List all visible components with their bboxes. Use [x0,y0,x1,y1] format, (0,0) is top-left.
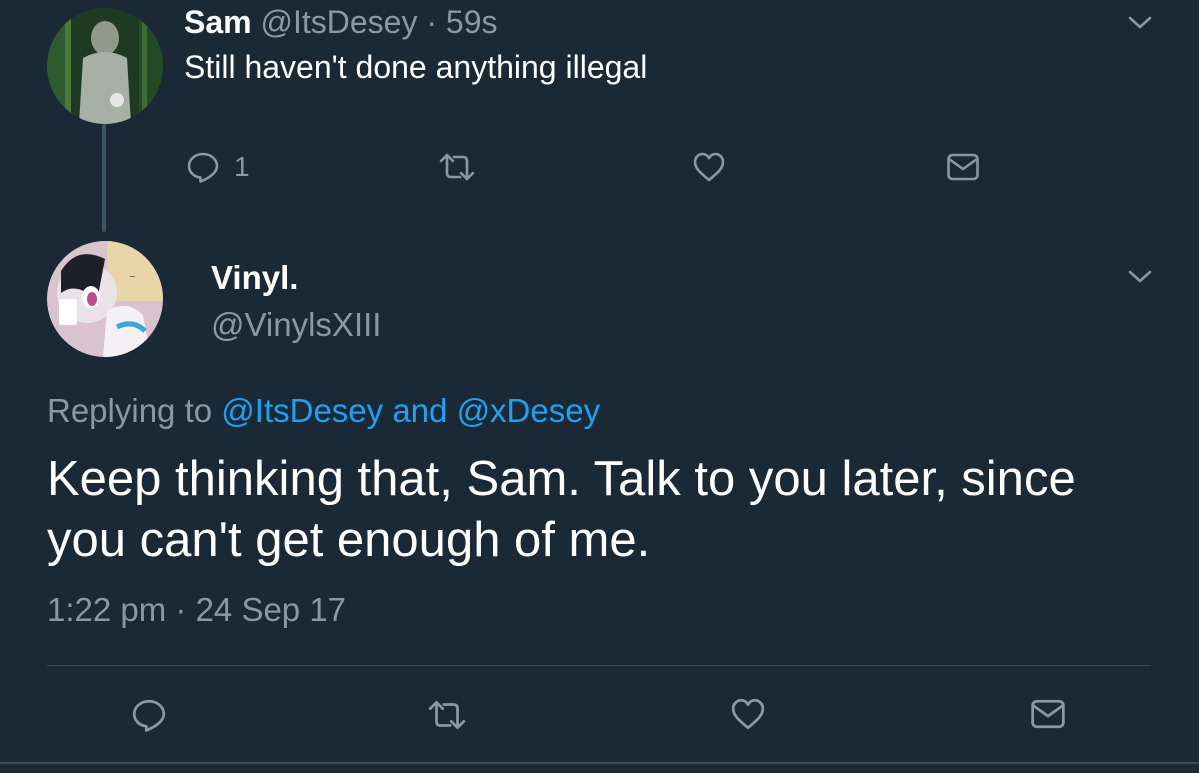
like-button[interactable] [692,151,726,183]
tweet-text: Still haven't done anything illegal [184,49,648,85]
retweet-icon [439,153,475,181]
reply-icon [132,699,166,732]
like-icon [731,698,765,730]
avatar-scribble: ~ [129,272,136,281]
retweet-button[interactable] [438,151,476,183]
avatar-image-sam [47,8,163,124]
reply-button[interactable]: 1 [186,150,250,184]
dm-button[interactable] [946,152,980,182]
author-name[interactable]: Sam [184,4,252,40]
avatar[interactable]: ~ [47,241,163,357]
like-icon [693,152,725,182]
chevron-down-icon[interactable] [1127,14,1153,32]
dm-icon [947,153,979,181]
author-handle[interactable]: @ItsDesey [260,4,417,40]
divider [47,665,1151,666]
replying-joiner[interactable]: and [392,392,447,429]
dm-button[interactable] [1030,698,1066,730]
bottom-divider [0,762,1199,764]
dm-icon [1031,699,1065,729]
replying-to-label: Replying to [47,392,213,429]
tweet-timestamp: 1:22 pm · 24 Sep 17 [47,591,347,628]
replying-to-line: Replying to @ItsDesey and @xDesey [47,391,600,431]
author-handle[interactable]: @VinylsXIII [211,306,381,344]
thread-connector-line [102,124,106,232]
reply-button[interactable] [131,697,167,733]
tweet-text: Keep thinking that, Sam. Talk to you lat… [47,452,1076,567]
reply-count: 1 [234,151,250,182]
tweet-time: · 59s [426,4,498,40]
mention-link-itsdesey[interactable]: @ItsDesey [221,392,383,429]
like-button[interactable] [730,697,766,731]
reply-icon [187,152,219,183]
chevron-down-icon[interactable] [1127,268,1153,286]
retweet-icon [428,701,466,729]
retweet-button[interactable] [427,698,467,732]
mention-link-xdesey[interactable]: @xDesey [457,392,601,429]
avatar[interactable] [47,8,163,124]
tweet-thread-screen: Sam @ItsDesey · 59s Still haven't done a… [0,0,1199,773]
author-name[interactable]: Vinyl. [211,259,298,297]
avatar-image-vinyl: ~ [47,241,163,357]
tweet-header: Sam @ItsDesey · 59s [184,3,497,41]
